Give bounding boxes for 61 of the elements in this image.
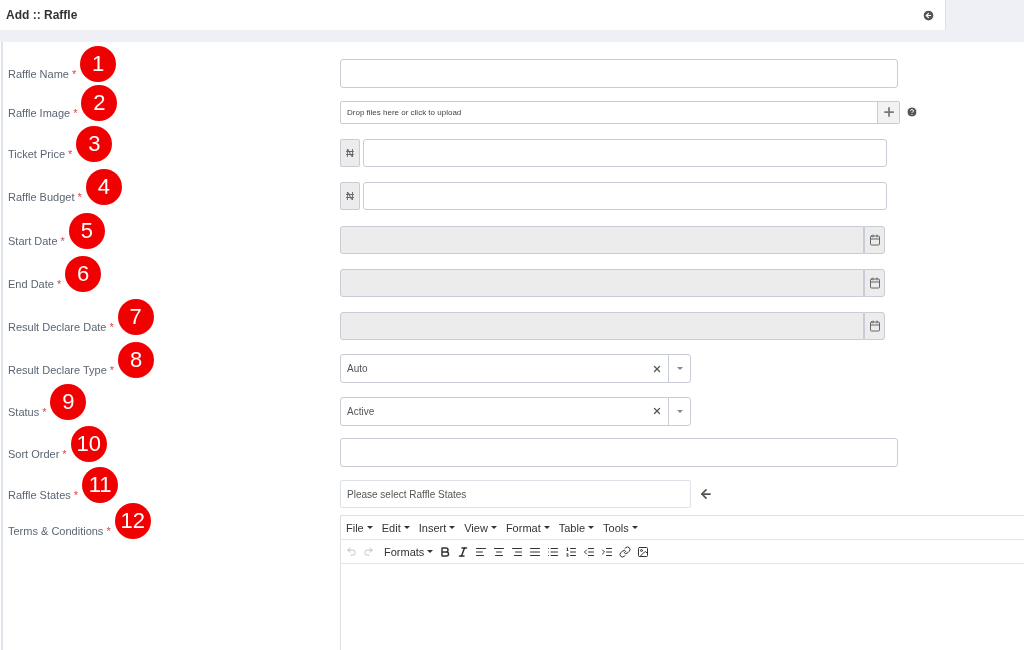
calendar-button[interactable] [864,268,885,297]
amount-field[interactable] [363,138,887,167]
currency-addon: ₦ [340,182,360,210]
menu-item[interactable]: Format [505,521,550,534]
plus-icon [881,105,896,119]
calendar-icon [868,319,881,332]
outdent-icon[interactable] [583,545,596,558]
back-icon[interactable] [922,8,935,22]
calendar-icon [868,276,881,289]
menu-item[interactable]: Insert [418,521,456,534]
text-field[interactable] [340,58,898,88]
upload-field[interactable]: Drop files here or click to upload [340,100,900,124]
page-title: Add :: Raffle [6,8,78,22]
select-value: Auto [346,363,369,374]
amount-field[interactable] [363,182,887,210]
number-marker: 8 [118,341,155,378]
number-marker: 4 [85,169,122,205]
number-marker: 9 [50,384,87,420]
calendar-button[interactable] [864,225,885,254]
select-value: Active [346,405,376,417]
number-marker: 7 [117,298,154,335]
number-marker: 2 [81,85,118,121]
number-marker: 1 [80,46,117,82]
italic-icon[interactable] [457,545,470,558]
link-icon[interactable] [619,545,632,558]
help-icon[interactable] [906,106,918,118]
menu-item[interactable]: File [346,521,373,534]
menu-item[interactable]: Edit [381,521,410,534]
calendar-icon [868,233,881,246]
number-marker: 3 [76,125,113,162]
menu-item[interactable]: Table [558,521,594,534]
add-button[interactable] [877,101,899,123]
align-right-icon[interactable] [511,545,524,558]
align-justify-icon[interactable] [529,545,542,558]
indent-icon[interactable] [601,545,614,558]
number-marker: 10 [70,425,107,462]
align-center-icon[interactable] [493,545,506,558]
rich-text-editor[interactable]: File Edit Insert View Format Table Tools Formats [340,515,1024,650]
select-field[interactable]: Auto [340,354,691,383]
calendar-button[interactable] [864,311,885,340]
tags-placeholder: Please select Raffle States [346,488,468,500]
arrow-left-icon [699,487,713,501]
number-marker: 5 [68,212,105,249]
numbered-list-icon[interactable] [565,545,578,558]
menu-item[interactable]: View [464,521,497,534]
currency-addon: ₦ [340,138,360,167]
number-marker: 11 [82,467,119,503]
tags-field[interactable]: Please select Raffle States [340,480,691,508]
clear-icon[interactable] [652,363,662,374]
clear-icon[interactable] [652,406,662,416]
text-field[interactable] [340,438,898,467]
formats-dropdown[interactable]: Formats [384,545,434,558]
upload-placeholder: Drop files here or click to upload [346,107,463,117]
menu-item[interactable]: Tools [603,521,638,534]
bold-icon[interactable] [439,545,452,558]
number-marker: 12 [114,503,151,539]
number-marker: 6 [65,255,102,292]
image-icon[interactable] [637,545,650,558]
select-field[interactable]: Active [340,396,691,426]
bullet-list-icon[interactable] [547,545,560,558]
align-left-icon[interactable] [475,545,488,558]
